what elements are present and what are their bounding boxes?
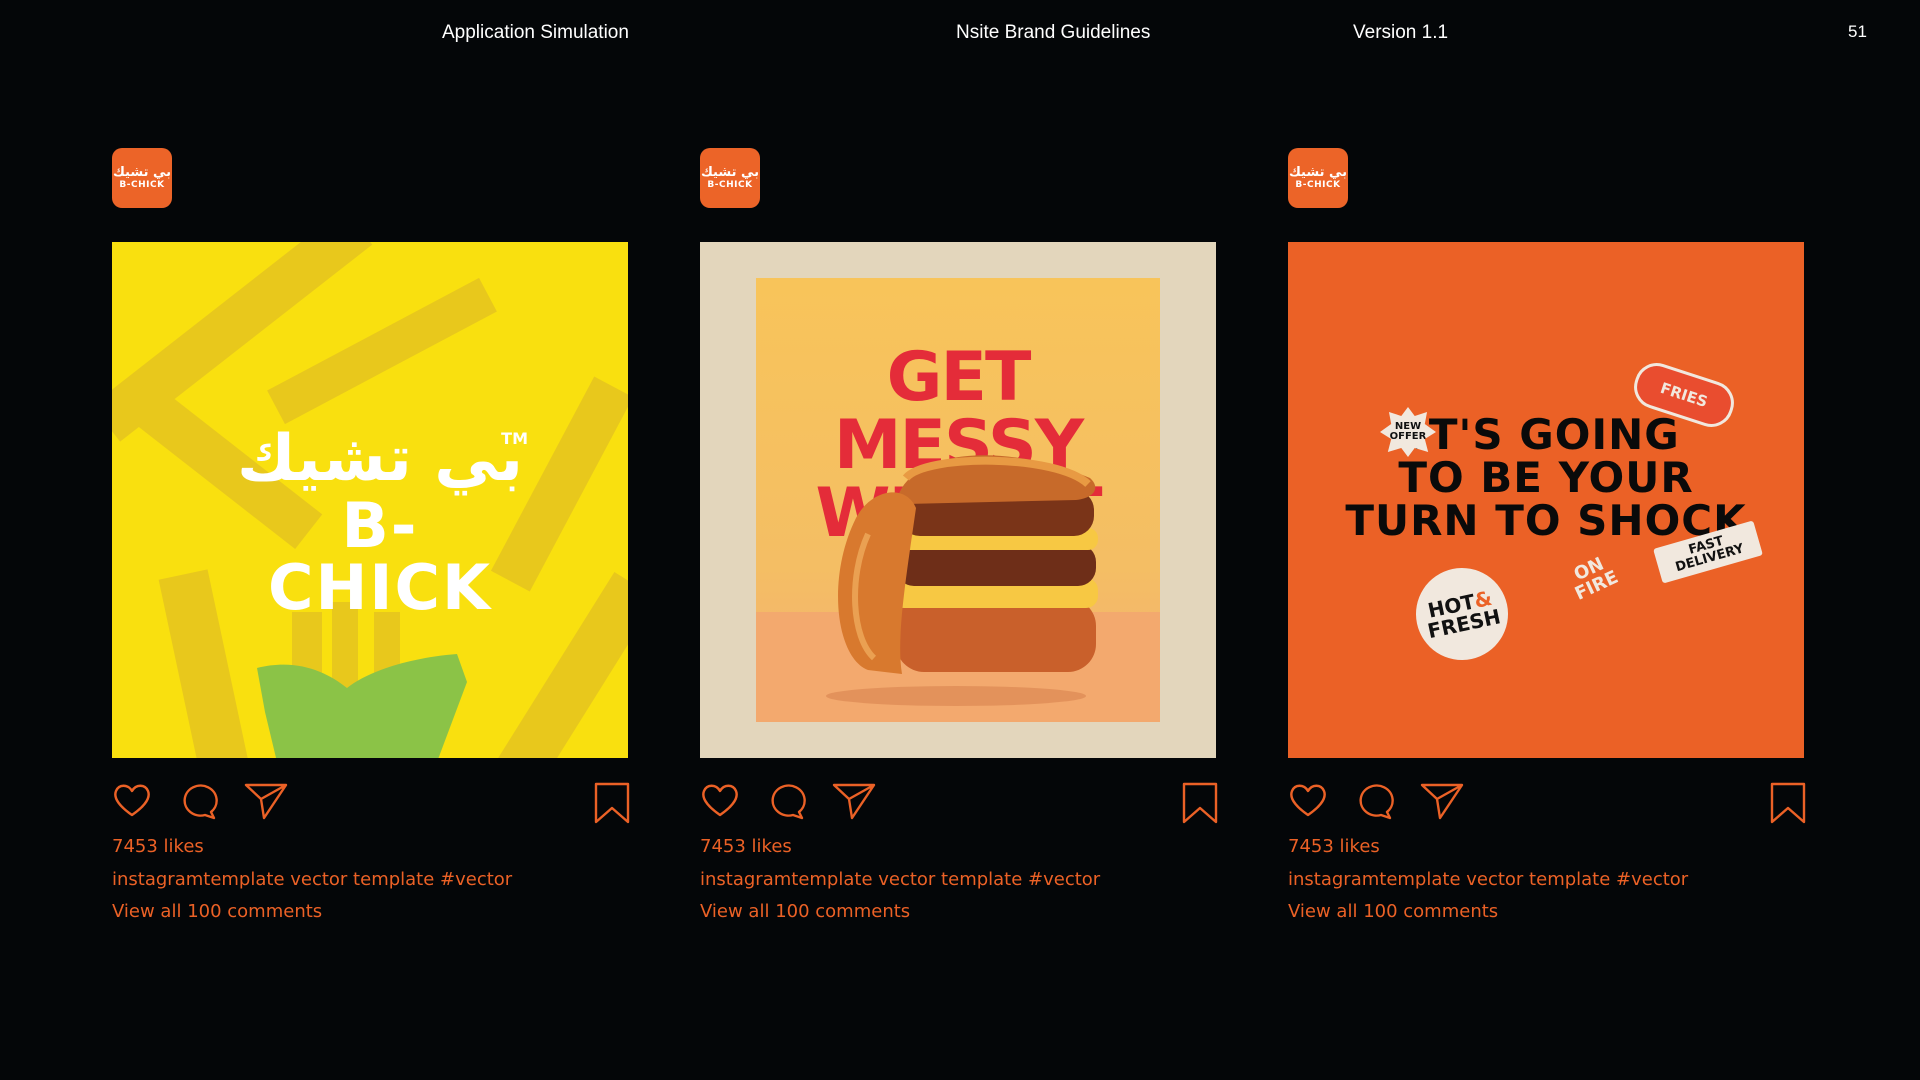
logo-latin-text: B-CHICK [267, 489, 492, 624]
instagram-post-1: بي تشيك B-CHICK بي تشيك B-CHICK TM 7453 … [112, 148, 632, 928]
brand-logo: بي تشيك B-CHICK TM [230, 427, 530, 619]
trademark-symbol: TM [501, 429, 528, 448]
document-title: Nsite Brand Guidelines [956, 22, 1151, 43]
post-image[interactable]: بي تشيك B-CHICK TM [112, 242, 628, 758]
likes-count: 7453 likes [112, 836, 204, 857]
heart-icon[interactable] [700, 782, 740, 818]
avatar[interactable]: بي تشيك B-CHICK [1288, 148, 1348, 208]
avatar-latin-text: B-CHICK [707, 180, 753, 190]
comment-icon[interactable] [178, 782, 218, 820]
burger-photo: GET MESSY WITH IT [756, 278, 1160, 722]
view-comments-link[interactable]: View all 100 comments [1288, 901, 1498, 922]
post-caption: instagramtemplate vector template #vecto… [700, 869, 1101, 890]
post-actions [1288, 782, 1808, 824]
instagram-post-2: بي تشيك B-CHICK GET MESSY WITH IT [700, 148, 1220, 928]
on-fire-sticker: ON FIRE [1554, 547, 1633, 609]
post-caption: instagramtemplate vector template #vecto… [112, 869, 513, 890]
avatar-arabic-text: بي تشيك [112, 165, 172, 180]
post-caption: instagramtemplate vector template #vecto… [1288, 869, 1689, 890]
bookmark-icon[interactable] [1182, 782, 1218, 824]
sticker-text: FRIES [1658, 378, 1710, 411]
heart-icon[interactable] [1288, 782, 1328, 818]
avatar-arabic-text: بي تشيك [1288, 165, 1348, 180]
send-icon[interactable] [832, 782, 876, 820]
post-image[interactable]: GET MESSY WITH IT [700, 242, 1216, 758]
view-comments-link[interactable]: View all 100 comments [700, 901, 910, 922]
avatar-arabic-text: بي تشيك [700, 165, 760, 180]
likes-count: 7453 likes [700, 836, 792, 857]
instagram-post-3: بي تشيك B-CHICK IT'S GOING TO BE YOUR TU… [1288, 148, 1808, 928]
likes-count: 7453 likes [1288, 836, 1380, 857]
logo-arabic-text: بي تشيك [237, 422, 523, 496]
burger-illustration [826, 455, 1098, 706]
comment-icon[interactable] [1354, 782, 1394, 820]
avatar[interactable]: بي تشيك B-CHICK [112, 148, 172, 208]
version-label: Version 1.1 [1353, 22, 1449, 43]
avatar[interactable]: بي تشيك B-CHICK [700, 148, 760, 208]
view-comments-link[interactable]: View all 100 comments [112, 901, 322, 922]
bookmark-icon[interactable] [594, 782, 630, 824]
avatar-latin-text: B-CHICK [119, 180, 165, 190]
headline-line-2: TO BE YOUR [1398, 453, 1694, 502]
section-title: Application Simulation [442, 22, 629, 43]
avatar-latin-text: B-CHICK [1295, 180, 1341, 190]
comment-icon[interactable] [766, 782, 806, 820]
heart-icon[interactable] [112, 782, 152, 818]
post-actions [700, 782, 1220, 824]
sticker-text: OFFER [1389, 431, 1427, 442]
post-actions [112, 782, 632, 824]
send-icon[interactable] [1420, 782, 1464, 820]
send-icon[interactable] [244, 782, 288, 820]
page-number: 51 [1848, 22, 1867, 41]
hot-fresh-sticker: HOT& FRESH [1407, 559, 1517, 669]
bookmark-icon[interactable] [1770, 782, 1806, 824]
post-image[interactable]: IT'S GOING TO BE YOUR TURN TO SHOCK NEW … [1288, 242, 1804, 758]
fries-box-graphic [257, 654, 467, 758]
